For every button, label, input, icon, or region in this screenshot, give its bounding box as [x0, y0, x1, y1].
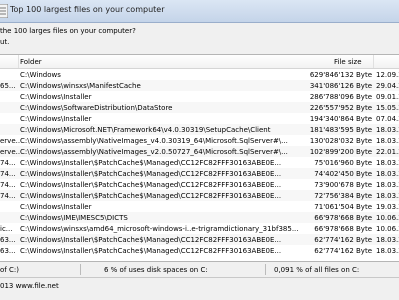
- row-file-size: 341'086'126 Byte: [309, 82, 372, 90]
- table-row[interactable]: C:\Windows\Installer 194'340'864 Byte 07.0…: [0, 113, 399, 124]
- row-date: 18.03.2: [376, 247, 399, 255]
- row-file-size: 66'978'668 Byte: [314, 225, 372, 233]
- table-row[interactable]: 74... C:\Windows\Installer\$PatchCache$\M…: [0, 179, 399, 190]
- table-row[interactable]: erve...C:\Windows\assembly\NativeImages_…: [0, 135, 399, 146]
- row-file-size: 62'774'162 Byte: [314, 236, 372, 244]
- table-row[interactable]: C:\Windows\IME\IMESC5\DICTS 66'978'668 By…: [0, 212, 399, 223]
- status-middle: 6 % of uses disk spaces on C:: [104, 266, 208, 274]
- row-date: 12.09.2: [376, 71, 399, 79]
- row-folder: C:\Windows\Installer: [20, 203, 92, 211]
- row-filename: erve...: [0, 137, 20, 145]
- row-file-size: 286'788'096 Byte: [309, 93, 372, 101]
- column-header-folder[interactable]: Folder: [20, 58, 42, 66]
- row-file-size: 130'028'032 Byte: [309, 137, 372, 145]
- table-row[interactable]: C:\Windows 629'846'132 Byte 12.09.2: [0, 69, 399, 80]
- status-left: of C:): [0, 266, 19, 274]
- row-folder: C:\Windows\Installer\$PatchCache$\Manage…: [20, 247, 282, 255]
- row-date: 07.04.2: [376, 115, 399, 123]
- row-folder: C:\Windows\Installer\$PatchCache$\Manage…: [20, 170, 282, 178]
- row-file-size: 73'900'678 Byte: [314, 181, 372, 189]
- question-text: the 100 larges files on your computer?: [0, 27, 136, 35]
- row-file-size: 72'756'384 Byte: [314, 192, 372, 200]
- table-row[interactable]: C:\Windows\Installer 286'788'096 Byte 09.0…: [0, 91, 399, 102]
- row-file-size: 75'016'960 Byte: [314, 159, 372, 167]
- row-date: 18.03.2: [376, 126, 399, 134]
- table-row[interactable]: 74... C:\Windows\Installer\$PatchCache$\M…: [0, 168, 399, 179]
- list-header: Folder File size: [0, 55, 399, 69]
- row-date: 18.03.2: [376, 159, 399, 167]
- row-filename: 74...: [0, 159, 16, 167]
- status-right: 0,091 % of all files on C:: [274, 266, 360, 274]
- question-subtext: ut.: [0, 38, 10, 46]
- row-folder: C:\Windows\Installer\$PatchCache$\Manage…: [20, 159, 282, 167]
- table-row[interactable]: 74... C:\Windows\Installer\$PatchCache$\M…: [0, 190, 399, 201]
- row-date: 18.03.2: [376, 170, 399, 178]
- row-date: 10.06.2: [376, 214, 399, 222]
- table-row[interactable]: erve...C:\Windows\assembly\NativeImages_…: [0, 146, 399, 157]
- row-folder: C:\Windows\Microsoft.NET\Framework64\v4.…: [20, 126, 271, 134]
- table-row[interactable]: 65... C:\Windows\winsxs\ManifestCache 341'…: [0, 80, 399, 91]
- row-filename: 65...: [0, 82, 16, 90]
- table-row[interactable]: 63... C:\Windows\Installer\$PatchCache$\M…: [0, 234, 399, 245]
- row-file-size: 102'899'200 Byte: [309, 148, 372, 156]
- title-bar[interactable]: Top 100 largest files on your computer: [0, 0, 399, 23]
- row-folder: C:\Windows\Installer: [20, 93, 92, 101]
- row-file-size: 181'483'595 Byte: [309, 126, 372, 134]
- row-folder: C:\Windows\assembly\NativeImages_v2.0.50…: [20, 148, 288, 156]
- row-folder: C:\Windows\winsxs\ManifestCache: [20, 82, 141, 90]
- row-date: 29.04.2: [376, 82, 399, 90]
- table-row[interactable]: C:\Windows\Installer 71'061'504 Byte 19.03…: [0, 201, 399, 212]
- row-date: 18.03.2: [376, 192, 399, 200]
- window-title: Top 100 largest files on your computer: [10, 5, 165, 14]
- row-folder: C:\Windows: [20, 71, 61, 79]
- column-header-file-size[interactable]: File size: [334, 58, 362, 66]
- row-filename: erve...: [0, 148, 20, 156]
- row-folder: C:\Windows\IME\IMESC5\DICTS: [20, 214, 128, 222]
- row-folder: C:\Windows\Installer\$PatchCache$\Manage…: [20, 181, 282, 189]
- status-bar: of C:) 6 % of uses disk spaces on C: 0,0…: [0, 262, 399, 278]
- row-date: 22.01.2: [376, 148, 399, 156]
- row-file-size: 62'774'162 Byte: [314, 247, 372, 255]
- row-filename: 74...: [0, 181, 16, 189]
- row-filename: ic...: [0, 225, 13, 233]
- row-folder: C:\Windows\Installer\$PatchCache$\Manage…: [20, 192, 282, 200]
- row-filename: 74...: [0, 170, 16, 178]
- row-filename: 63...: [0, 236, 16, 244]
- row-folder: C:\Windows\Installer: [20, 115, 92, 123]
- row-folder: C:\Windows\winsxs\amd64_microsoft-window…: [20, 225, 299, 233]
- table-row[interactable]: C:\Windows\SoftwareDistribution\DataStor…: [0, 102, 399, 113]
- table-row[interactable]: 63... C:\Windows\Installer\$PatchCache$\M…: [0, 245, 399, 256]
- row-date: 15.05.2: [376, 104, 399, 112]
- copyright-text: 013 www.file.net: [0, 282, 59, 290]
- row-filename: 74...: [0, 192, 16, 200]
- row-date: 18.03.2: [376, 137, 399, 145]
- row-file-size: 629'846'132 Byte: [309, 71, 372, 79]
- row-folder: C:\Windows\assembly\NativeImages_v4.0.30…: [20, 137, 288, 145]
- row-file-size: 74'402'450 Byte: [314, 170, 372, 178]
- row-date: 18.03.2: [376, 181, 399, 189]
- row-file-size: 66'978'668 Byte: [314, 214, 372, 222]
- table-row[interactable]: C:\Windows\Microsoft.NET\Framework64\v4.…: [0, 124, 399, 135]
- row-folder: C:\Windows\Installer\$PatchCache$\Manage…: [20, 236, 282, 244]
- files-list[interactable]: Folder File size C:\Windows 629'846'132 B…: [0, 54, 399, 262]
- row-file-size: 226'557'952 Byte: [309, 104, 372, 112]
- row-date: 09.01.2: [376, 93, 399, 101]
- row-folder: C:\Windows\SoftwareDistribution\DataStor…: [20, 104, 173, 112]
- row-date: 18.03.2: [376, 236, 399, 244]
- row-filename: 63...: [0, 247, 16, 255]
- table-row[interactable]: 74... C:\Windows\Installer\$PatchCache$\M…: [0, 157, 399, 168]
- row-file-size: 194'340'864 Byte: [309, 115, 372, 123]
- table-row[interactable]: ic... C:\Windows\winsxs\amd64_microsoft-w…: [0, 223, 399, 234]
- row-file-size: 71'061'504 Byte: [314, 203, 372, 211]
- app-icon: [0, 3, 9, 20]
- row-date: 19.03.2: [376, 203, 399, 211]
- row-date: 10.06.2: [376, 225, 399, 233]
